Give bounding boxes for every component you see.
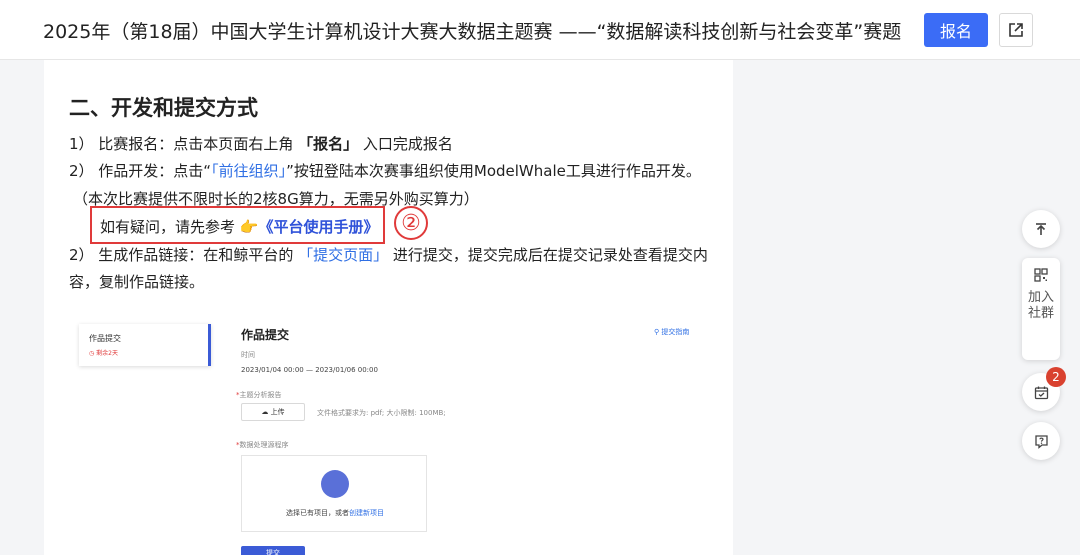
calendar-check-icon [1034, 386, 1048, 399]
upload-cloud-icon: ☁ [261, 408, 271, 416]
help-hint-prefix: 如有疑问，请先参考 [100, 218, 240, 236]
notification-badge: 2 [1046, 367, 1066, 387]
mock-card-remaining: ◷ 剩余2天 [89, 350, 118, 357]
mock-report-label-text: 主题分析报告 [239, 391, 282, 399]
develop-instruction-prefix: 2） 作品开发：点击“ [69, 162, 212, 180]
mock-program-label: *数据处理源程序 [236, 440, 289, 450]
goto-org-link[interactable]: 「前往组织」 [211, 162, 286, 180]
step-marker: ② [394, 206, 428, 240]
back-to-top-icon [1036, 223, 1046, 235]
signup-instruction-prefix: 1） 比赛报名：点击本页面右上角 [69, 135, 299, 153]
help-button[interactable] [1022, 422, 1060, 460]
share-icon [1009, 23, 1023, 37]
mock-program-label-text: 数据处理源程序 [239, 441, 289, 449]
join-community-label: 加入社群 [1027, 290, 1054, 321]
signup-entry-label: 「报名」 [298, 135, 359, 153]
section-title: 二、开发和提交方式 [69, 96, 258, 120]
mock-card-title: 作品提交 [89, 334, 121, 343]
share-button[interactable] [999, 13, 1033, 47]
mock-drop-prefix: 选择已有项目，或者 [286, 509, 349, 517]
submission-screenshot: 作品提交 ◷ 剩余2天 作品提交 ⚲ 提交指南 时间 2023/01/04 00… [69, 310, 709, 555]
signup-button[interactable]: 报名 [924, 13, 988, 47]
mock-upload-label: 上传 [270, 408, 285, 416]
develop-instruction-suffix: ”按钮登陆本次赛事组织使用ModelWhale工具进行作品开发。 [286, 162, 701, 180]
mock-drop-text: 选择已有项目，或者创建新项目 [242, 508, 428, 518]
qrcode-icon [1034, 268, 1048, 282]
mock-submit-card: 作品提交 ◷ 剩余2天 [79, 324, 211, 366]
submit-instruction-cont: 容，复制作品链接。 [69, 273, 205, 291]
mock-project-drop: 选择已有项目，或者创建新项目 [241, 455, 427, 532]
pointing-hand-icon: 👉 [239, 218, 259, 236]
submit-page-link[interactable]: 「提交页面」 [298, 246, 388, 264]
develop-instruction: 2） 作品开发：点击“「前往组织」”按钮登陆本次赛事组织使用ModelWhale… [69, 160, 701, 181]
mock-heading: 作品提交 [241, 328, 290, 342]
platform-manual-link[interactable]: 《平台使用手册》 [258, 218, 378, 236]
page-title: 2025年（第18届）中国大学生计算机设计大赛大数据主题赛 ——“数据解读科技创… [43, 21, 902, 43]
mock-submit-button: 提交 [241, 546, 305, 555]
article-content: 二、开发和提交方式 1） 比赛报名：点击本页面右上角 「报名」 入口完成报名 2… [44, 60, 733, 555]
join-community-button[interactable]: 加入社群 [1022, 258, 1060, 360]
back-to-top-button[interactable] [1022, 210, 1060, 248]
submit-instruction-prefix: 2） 生成作品链接：在和鲸平台的 [69, 246, 299, 264]
top-bar: 2025年（第18届）中国大学生计算机设计大赛大数据主题赛 ——“数据解读科技创… [0, 0, 1080, 60]
help-hint: 如有疑问，请先参考 👉《平台使用手册》 [100, 216, 378, 237]
submit-instruction: 2） 生成作品链接：在和鲸平台的 「提交页面」 进行提交，提交完成后在提交记录处… [69, 244, 708, 265]
mock-guide-label: 提交指南 [661, 328, 690, 336]
submit-instruction-suffix: 进行提交，提交完成后在提交记录处查看提交内 [388, 246, 708, 264]
help-icon [1034, 434, 1048, 449]
mock-create-project-link: 创建新项目 [349, 509, 384, 517]
mock-guide-link: ⚲ 提交指南 [654, 327, 689, 337]
mock-time-label: 时间 [241, 351, 255, 359]
mock-time-value: 2023/01/04 00:00 — 2023/01/06 00:00 [241, 366, 378, 374]
help-hint-box: 如有疑问，请先参考 👉《平台使用手册》 [90, 206, 385, 244]
mock-report-label: *主题分析报告 [236, 390, 282, 400]
mock-format-hint: 文件格式要求为: pdf; 大小限制: 100MB; [317, 409, 446, 417]
project-folder-icon [321, 470, 349, 498]
signup-instruction-suffix: 入口完成报名 [358, 135, 453, 153]
mock-upload-button: ☁ 上传 [241, 403, 305, 421]
signup-instruction: 1） 比赛报名：点击本页面右上角 「报名」 入口完成报名 [69, 133, 453, 154]
